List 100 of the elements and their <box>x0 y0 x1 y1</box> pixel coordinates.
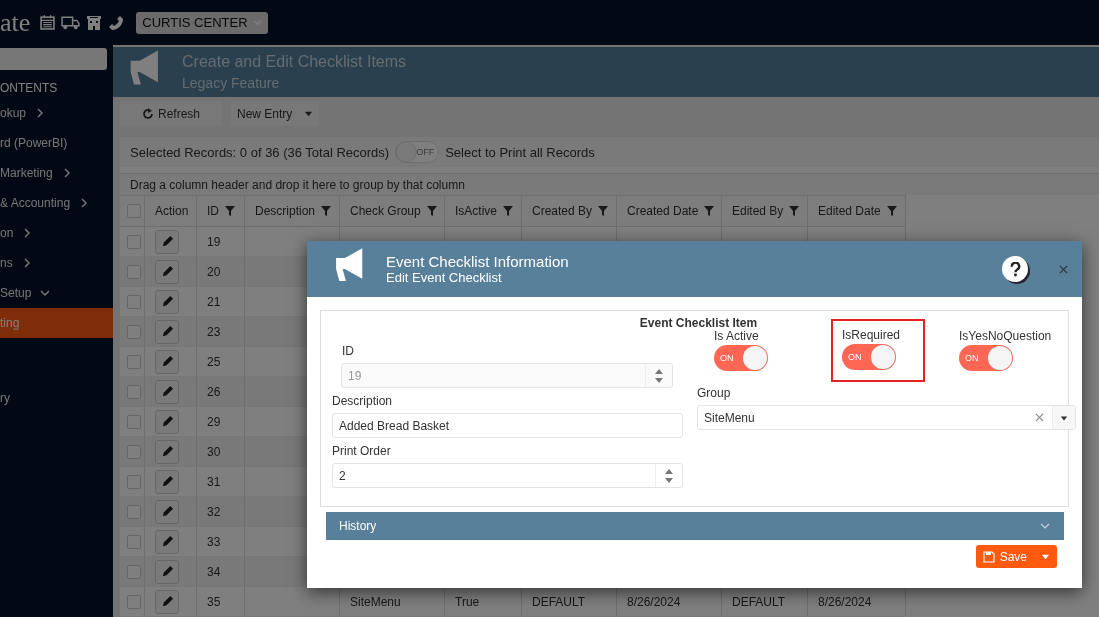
sidebar-item[interactable]: & Accounting <box>0 188 113 218</box>
table-cell: DEFAULT <box>732 594 786 609</box>
toggle-switch[interactable]: ON <box>714 345 768 371</box>
table-cell: 34 <box>207 564 221 579</box>
column-header[interactable]: Created Date <box>617 196 722 226</box>
sidebar-heading: ONTENTS <box>0 80 59 97</box>
table-cell: 25 <box>207 354 221 369</box>
table-cell: 35 <box>207 594 221 609</box>
sidebar-item[interactable]: Setup <box>0 278 113 308</box>
caret-icon <box>304 109 314 118</box>
row-checkbox[interactable] <box>127 384 141 399</box>
row-checkbox[interactable] <box>127 324 141 339</box>
print-order-field[interactable]: 2 <box>332 463 683 488</box>
edit-button[interactable] <box>155 559 179 584</box>
edit-button[interactable] <box>155 259 179 284</box>
table-cell: 8/26/2024 <box>818 594 872 609</box>
pencil-icon <box>160 565 174 578</box>
row-checkbox[interactable] <box>127 354 141 369</box>
edit-button[interactable] <box>155 319 179 344</box>
sidebar-item[interactable]: on <box>0 218 113 248</box>
edit-button[interactable] <box>155 409 179 434</box>
page-title: Create and Edit Checklist Items <box>182 53 407 71</box>
column-header[interactable]: Action <box>145 196 197 226</box>
location-dropdown[interactable]: CURTIS CENTER <box>136 11 268 34</box>
selection-summary: Selected Records: 0 of 36 (36 Total Records) <box>130 144 390 160</box>
edit-button[interactable] <box>155 529 179 554</box>
group-select[interactable]: SiteMenu <box>697 405 1076 430</box>
row-checkbox[interactable] <box>127 594 141 609</box>
edit-button[interactable] <box>155 289 179 314</box>
sidebar-item[interactable]: rd (PowerBI) <box>0 128 113 158</box>
dialog-subtitle: Edit Event Checklist <box>386 270 503 285</box>
column-header[interactable]: Edited By <box>722 196 808 226</box>
row-checkbox[interactable] <box>127 564 141 579</box>
group-hint: Drag a column header and drop it here to group by that column <box>130 177 465 192</box>
row-checkbox[interactable] <box>127 294 141 309</box>
row-checkbox[interactable] <box>127 234 141 249</box>
edit-button[interactable] <box>155 379 179 404</box>
toggle-switch[interactable]: ON <box>959 345 1013 371</box>
sidebar-item[interactable]: ting <box>0 308 113 338</box>
row-checkbox[interactable] <box>127 504 141 519</box>
edit-button[interactable] <box>155 499 179 524</box>
sidebar-item[interactable]: Marketing <box>0 158 113 188</box>
table-cell: 21 <box>207 294 221 309</box>
app-logo: ate <box>0 7 31 38</box>
clear-icon <box>1035 413 1044 422</box>
filter-icon <box>598 206 609 216</box>
sidebar-item[interactable]: ns <box>0 248 113 278</box>
filter-icon <box>426 206 437 216</box>
table-cell: 20 <box>207 264 221 279</box>
table-cell: 23 <box>207 324 221 339</box>
edit-button[interactable] <box>155 439 179 464</box>
edit-button[interactable] <box>155 349 179 374</box>
phone-icon <box>108 14 125 31</box>
row-checkbox[interactable] <box>127 474 141 489</box>
filter-icon <box>704 206 715 216</box>
field-label: Print Order <box>332 444 392 458</box>
close-icon[interactable] <box>1059 264 1068 274</box>
pencil-icon <box>160 235 174 248</box>
description-field[interactable]: Added Bread Basket <box>332 413 683 438</box>
history-panel-header[interactable]: History <box>326 512 1064 540</box>
refresh-icon <box>142 107 154 120</box>
row-checkbox[interactable] <box>127 534 141 549</box>
toggle-switch[interactable]: ON <box>842 344 896 370</box>
table-cell: 19 <box>207 234 221 249</box>
help-icon[interactable] <box>1002 256 1028 282</box>
save-button[interactable]: Save <box>975 545 1034 568</box>
select-all-checkbox[interactable] <box>127 204 141 218</box>
table-cell: DEFAULT <box>532 594 586 609</box>
column-header[interactable]: Check Group <box>340 196 445 226</box>
table-cell: 33 <box>207 534 221 549</box>
row-checkbox[interactable] <box>127 414 141 429</box>
edit-button[interactable] <box>155 469 179 494</box>
filter-icon <box>321 206 332 216</box>
field-label: IsYesNoQuestion <box>959 329 1052 343</box>
page-subtitle: Legacy Feature <box>182 75 281 91</box>
column-header[interactable]: Edited Date <box>808 196 906 226</box>
pencil-icon <box>160 385 174 398</box>
edit-button[interactable] <box>155 229 179 254</box>
section-title: Event Checklist Item <box>638 315 759 330</box>
column-header[interactable]: ID <box>197 196 245 226</box>
refresh-button[interactable]: Refresh <box>120 101 222 126</box>
sidebar-item[interactable]: ry <box>0 383 113 413</box>
chevron-down-icon <box>1040 521 1050 531</box>
row-checkbox[interactable] <box>127 264 141 279</box>
column-header[interactable]: Created By <box>522 196 617 226</box>
floppy-icon <box>982 550 995 563</box>
pencil-icon <box>160 505 174 518</box>
table-cell: True <box>455 594 480 609</box>
filter-icon <box>886 206 897 216</box>
row-checkbox[interactable] <box>127 444 141 459</box>
search-field[interactable] <box>0 48 107 70</box>
pencil-icon <box>160 325 174 338</box>
column-header[interactable]: IsActive <box>445 196 522 226</box>
column-header[interactable]: Description <box>245 196 340 226</box>
pencil-icon <box>160 595 174 608</box>
sidebar-item[interactable]: okup <box>0 98 113 128</box>
table-cell: SiteMenu <box>350 594 401 609</box>
toggle-switch[interactable]: OFF <box>395 141 440 163</box>
edit-button[interactable] <box>155 589 179 614</box>
pencil-icon <box>160 295 174 308</box>
